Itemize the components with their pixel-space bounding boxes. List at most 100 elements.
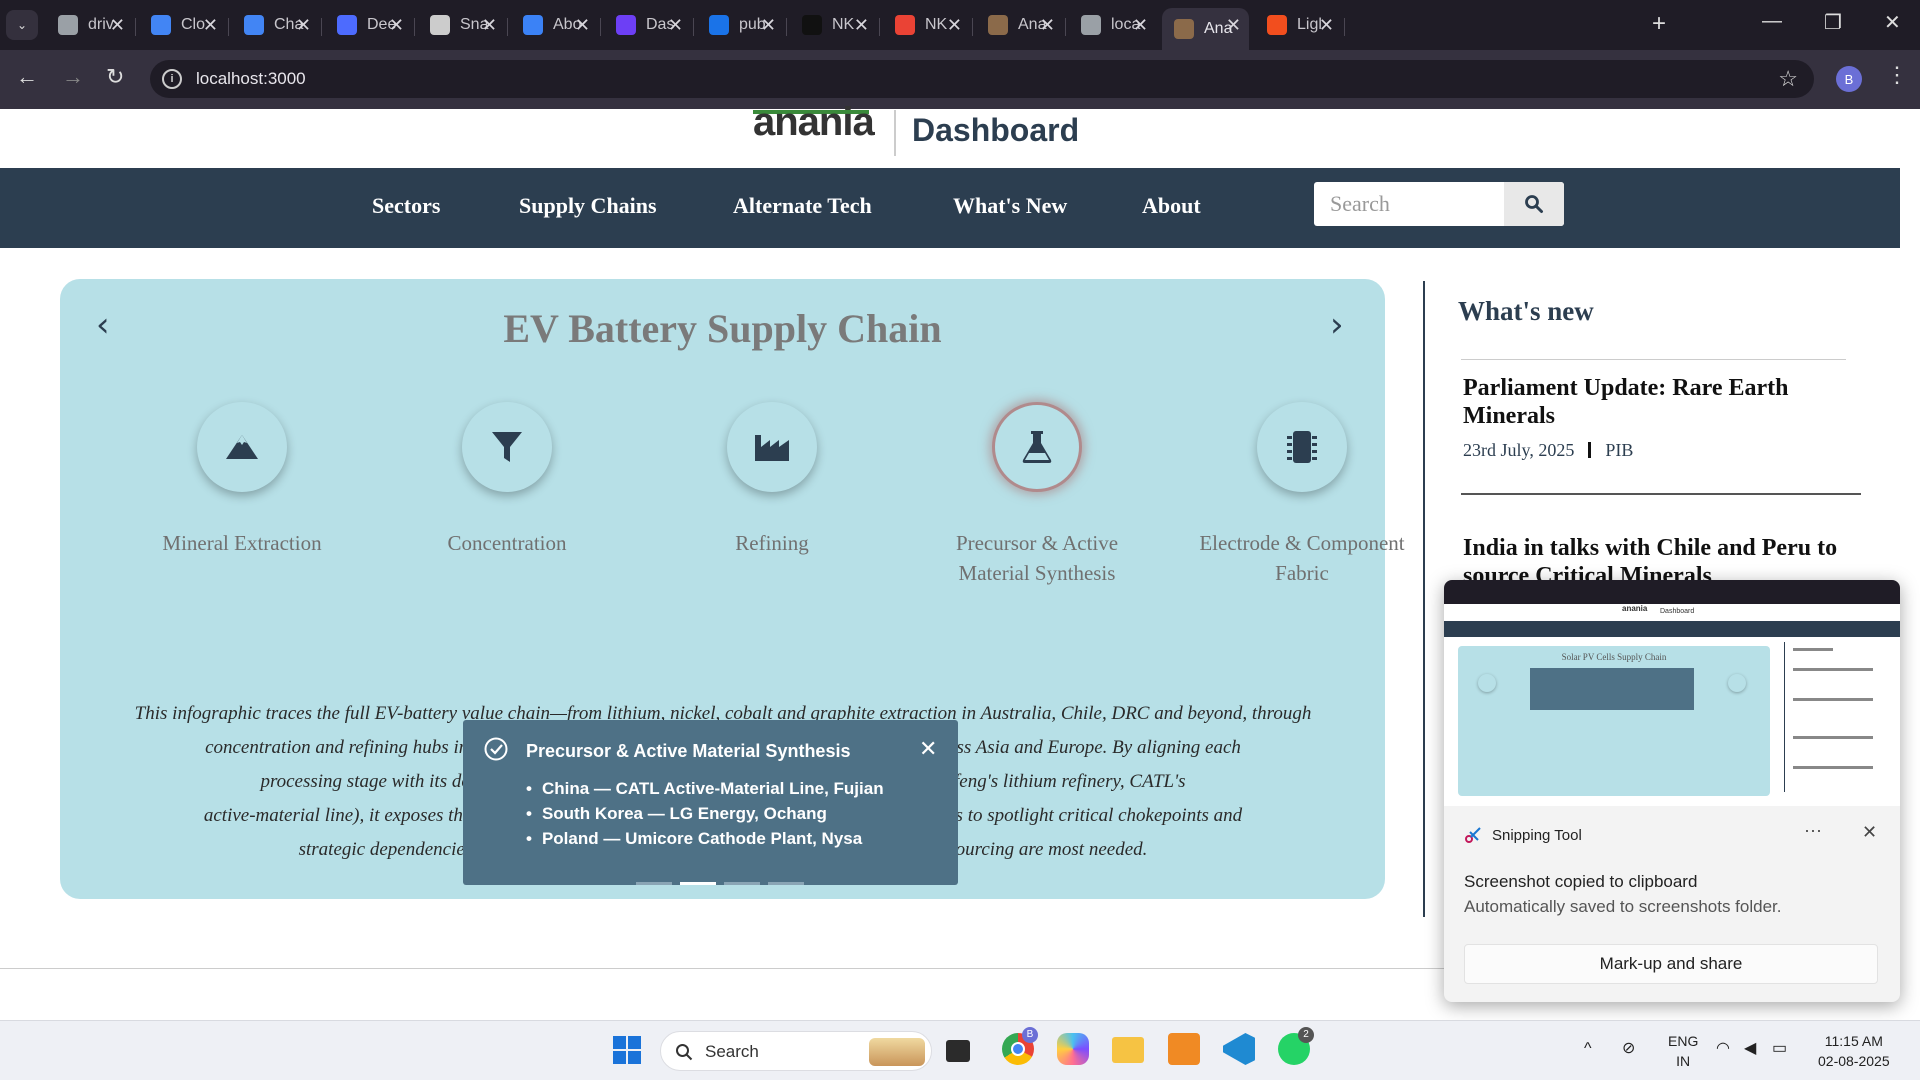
search-input[interactable] [1314, 182, 1504, 226]
forward-icon[interactable]: → [62, 64, 84, 90]
thumb-line [1793, 698, 1873, 701]
slide-indicator[interactable] [636, 882, 672, 885]
close-icon[interactable]: ✕ [1862, 822, 1877, 843]
step-circle[interactable] [197, 402, 287, 492]
step-mineral-extraction[interactable]: Mineral Extraction [132, 402, 352, 558]
language-indicator[interactable]: ENG IN [1668, 1031, 1698, 1071]
wifi-icon[interactable]: ◠ [1716, 1039, 1730, 1059]
browser-tab[interactable]: Ligl ✕ [1255, 8, 1342, 42]
slide-indicator[interactable] [768, 882, 804, 885]
browser-tab[interactable]: Abo ✕ [511, 8, 598, 42]
tab-close-icon[interactable]: ✕ [1319, 15, 1334, 36]
screenshot-thumbnail[interactable]: anania Dashboard Solar PV Cells Supply C… [1444, 580, 1900, 806]
browser-tab[interactable]: Ana ✕ [976, 8, 1063, 42]
vscode-icon[interactable] [1223, 1033, 1255, 1065]
restore-icon[interactable]: ❐ [1824, 10, 1842, 35]
tab-close-icon[interactable]: ✕ [1040, 15, 1055, 36]
nav-sectors[interactable]: Sectors [372, 193, 440, 219]
tab-favicon-icon [895, 15, 915, 35]
step-circle-active[interactable] [992, 402, 1082, 492]
browser-tab[interactable]: Das ✕ [604, 8, 691, 42]
nav-supply-chains[interactable]: Supply Chains [519, 193, 657, 219]
site-logo[interactable]: anania [753, 100, 875, 145]
address-bar[interactable]: i localhost:3000 ☆ [150, 60, 1814, 98]
browser-tab[interactable]: loca ✕ [1069, 8, 1156, 42]
site-info-icon[interactable]: i [162, 69, 182, 89]
volume-icon[interactable]: ◀ [1744, 1039, 1756, 1059]
step-label: Refining [735, 531, 809, 555]
thumb-step [1478, 674, 1496, 692]
start-icon[interactable] [612, 1035, 642, 1065]
snipping-tool-notification[interactable]: anania Dashboard Solar PV Cells Supply C… [1444, 580, 1900, 1002]
sublime-text-icon[interactable] [1168, 1033, 1200, 1065]
browser-tab[interactable]: NK ✕ [790, 8, 877, 42]
nav-alternate-tech[interactable]: Alternate Tech [733, 193, 872, 219]
battery-icon[interactable]: ▭ [1772, 1039, 1787, 1059]
tab-close-icon[interactable]: ✕ [947, 15, 962, 36]
taskbar-search[interactable]: Search [660, 1031, 932, 1071]
tab-favicon-icon [1267, 15, 1287, 35]
nav-whats-new[interactable]: What's New [953, 193, 1067, 219]
tab-close-icon[interactable]: ✕ [854, 15, 869, 36]
network-alert-icon[interactable]: ⊘ [1622, 1039, 1635, 1059]
slide-indicator[interactable] [724, 882, 760, 885]
file-explorer-icon[interactable] [1112, 1037, 1144, 1063]
minimize-icon[interactable]: — [1762, 10, 1782, 33]
markup-share-button[interactable]: Mark-up and share [1464, 944, 1878, 984]
copilot-icon[interactable] [1057, 1033, 1089, 1065]
browser-tab[interactable]: Clo ✕ [139, 8, 226, 42]
task-view-icon[interactable] [946, 1040, 970, 1062]
browser-tab[interactable]: Cha ✕ [232, 8, 319, 42]
nav-about[interactable]: About [1142, 193, 1201, 219]
microchip-icon [1287, 431, 1317, 463]
step-concentration[interactable]: Concentration [397, 402, 617, 558]
step-circle[interactable] [1257, 402, 1347, 492]
more-options-icon[interactable]: ··· [1804, 820, 1822, 841]
search-button[interactable] [1504, 182, 1564, 226]
reload-icon[interactable]: ↻ [106, 64, 124, 90]
step-refining[interactable]: Refining [662, 402, 882, 558]
step-circle[interactable] [727, 402, 817, 492]
tab-close-icon[interactable]: ✕ [203, 15, 218, 36]
url-text[interactable]: localhost:3000 [196, 69, 306, 89]
step-precursor-synthesis[interactable]: Precursor & Active Material Synthesis [927, 402, 1147, 588]
slide-indicator-active[interactable] [680, 882, 716, 885]
clock[interactable]: 11:15 AM 02-08-2025 [1818, 1031, 1890, 1071]
browser-tab[interactable]: Ana ✕ [1162, 8, 1249, 50]
news-title[interactable]: Parliament Update: Rare Earth Minerals [1463, 374, 1883, 430]
carousel-next-icon[interactable]: › [1330, 305, 1344, 345]
browser-tab[interactable]: driv ✕ [46, 8, 133, 42]
site-navbar: Sectors Supply Chains Alternate Tech Wha… [0, 168, 1900, 248]
chrome-icon[interactable]: B [1002, 1027, 1038, 1065]
tab-close-icon[interactable]: ✕ [296, 15, 311, 36]
browser-tab[interactable]: NK ✕ [883, 8, 970, 42]
tab-favicon-icon [337, 15, 357, 35]
tab-close-icon[interactable]: ✕ [1226, 15, 1241, 36]
step-electrode-fabric[interactable]: Electrode & Component Fabric [1192, 402, 1412, 588]
whatsapp-icon[interactable]: 2 [1278, 1027, 1314, 1065]
tab-close-icon[interactable]: ✕ [389, 15, 404, 36]
bookmark-star-icon[interactable]: ☆ [1778, 66, 1798, 92]
profile-avatar[interactable]: B [1836, 66, 1862, 92]
tab-close-icon[interactable]: ✕ [110, 15, 125, 36]
tab-search-button[interactable]: ⌄ [6, 10, 38, 40]
browser-tab[interactable]: pub ✕ [697, 8, 784, 42]
back-icon[interactable]: ← [16, 64, 38, 90]
popup-close-icon[interactable]: ✕ [919, 736, 937, 762]
tab-close-icon[interactable]: ✕ [761, 15, 776, 36]
step-circle[interactable] [462, 402, 552, 492]
thumb-chrome [1444, 580, 1900, 604]
tab-close-icon[interactable]: ✕ [668, 15, 683, 36]
tab-close-icon[interactable]: ✕ [482, 15, 497, 36]
browser-tab[interactable]: Sna ✕ [418, 8, 505, 42]
tray-overflow-icon[interactable]: ^ [1584, 1039, 1592, 1059]
browser-menu-icon[interactable]: ⋮ [1886, 62, 1908, 88]
tab-favicon-icon [802, 15, 822, 35]
browser-tab[interactable]: Dee ✕ [325, 8, 412, 42]
close-window-icon[interactable]: ✕ [1884, 10, 1901, 35]
tab-favicon-icon [58, 15, 78, 35]
snip-message: Screenshot copied to clipboard [1464, 872, 1698, 891]
tab-close-icon[interactable]: ✕ [575, 15, 590, 36]
new-tab-button[interactable]: + [1652, 10, 1666, 38]
tab-close-icon[interactable]: ✕ [1133, 15, 1148, 36]
